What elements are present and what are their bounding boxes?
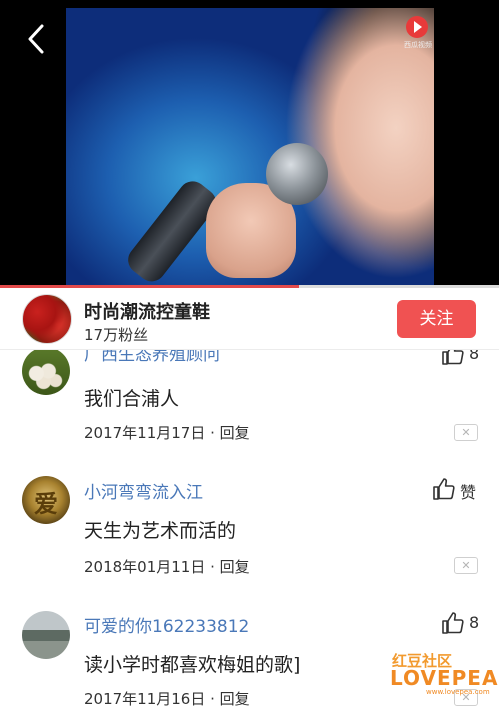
comment-author-name[interactable]: 广西生态养殖顾问 [84,350,220,365]
author-avatar[interactable] [22,294,72,344]
watermark-logo: LOVEPEA [390,666,499,690]
video-source-label: 西瓜视频 [404,41,432,49]
author-bar: 时尚潮流控童鞋 17万粉丝 关注 [0,288,499,350]
video-frame[interactable] [66,8,434,287]
comment-meta: 2017年11月17日 · 回复 [84,422,250,443]
comment-author-name[interactable]: 可爱的你162233812 [84,612,249,637]
reply-button[interactable]: 回复 [220,690,250,707]
like-count: 8 [469,350,480,363]
meta-separator: · [205,690,220,707]
comment-item: 广西生态养殖顾问 8 我们合浦人 2017年11月17日 · 回复 ✕ [0,350,499,450]
avatar-glyph: 爱 [34,490,58,518]
author-name[interactable]: 时尚潮流控童鞋 [84,298,210,324]
microphone-head-image [266,143,328,205]
follow-button[interactable]: 关注 [397,300,476,338]
meta-separator: · [205,424,220,442]
comment-avatar[interactable]: 爱 [22,476,70,524]
close-icon[interactable]: ✕ [454,557,478,574]
back-button[interactable] [22,22,52,56]
comment-item: 爱 小河弯弯流入江 赞 天生为艺术而活的 2018年01月11日 · 回复 ✕ [0,474,499,584]
comment-date: 2018年01月11日 [84,558,206,576]
play-icon [406,16,428,38]
like-button[interactable]: 赞 [432,477,492,503]
comment-text: 天生为艺术而活的 [84,520,237,542]
comment-date: 2017年11月17日 [84,424,206,442]
back-arrow-icon [28,24,44,54]
comment-meta: 2018年01月11日 · 回复 [84,556,250,577]
comment-meta: 2017年11月16日 · 回复 [84,688,250,707]
site-watermark: 红豆社区 LOVEPEA www.lovepea.com [386,650,499,698]
watermark-url: www.lovepea.com [426,688,490,696]
comment-date: 2017年11月16日 [84,690,206,707]
close-icon[interactable]: ✕ [454,424,478,441]
thumbs-up-icon [442,612,464,634]
like-label: 赞 [460,483,477,502]
comment-avatar[interactable] [22,611,70,659]
meta-separator: · [205,558,220,576]
like-button[interactable]: 8 [441,350,499,368]
comment-avatar[interactable] [22,350,70,395]
video-player[interactable]: 西瓜视频 [0,0,499,287]
like-button[interactable]: 8 [441,611,499,637]
thumbs-up-icon [433,478,455,500]
thumbs-up-icon [442,350,464,365]
author-fans-count: 17万粉丝 [84,326,149,344]
reply-button[interactable]: 回复 [220,424,250,442]
reply-button[interactable]: 回复 [220,558,250,576]
comment-text: 我们合浦人 [84,388,180,410]
like-count: 8 [469,613,480,632]
comment-author-name[interactable]: 小河弯弯流入江 [84,478,203,503]
video-source-badge: 西瓜视频 [398,14,438,50]
comment-text: 读小学时都喜欢梅姐的歌] [84,654,301,676]
